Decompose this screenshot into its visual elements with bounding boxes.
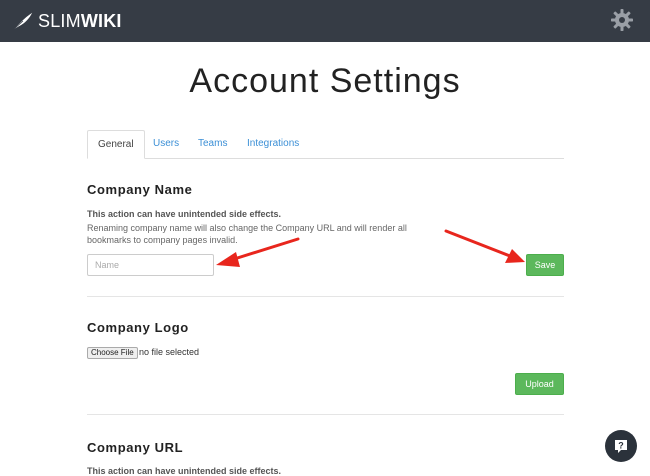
company-name-input[interactable] [87,254,214,276]
svg-text:?: ? [618,441,624,451]
question-mark-icon: ? [615,440,627,453]
file-status-text: no file selected [139,347,200,357]
top-navigation-bar: SLIMWIKI [0,0,650,42]
section-divider [87,414,564,415]
settings-tabs: General Users Teams Integrations [87,130,564,159]
upload-button[interactable]: Upload [515,373,564,395]
section-divider [87,296,564,297]
choose-file-button[interactable]: Choose File [87,347,138,359]
save-button[interactable]: Save [526,254,564,276]
company-url-heading: Company URL [87,440,184,455]
logo-text: SLIMWIKI [38,8,122,34]
logo-text-bold: WIKI [80,11,122,31]
arrow-to-save-button [444,229,525,263]
page-title: Account Settings [189,62,461,100]
help-button[interactable]: ? [605,430,637,462]
company-name-heading: Company Name [87,182,193,197]
slimwiki-logo[interactable]: SLIMWIKI [12,8,122,34]
tab-users[interactable]: Users [143,130,189,157]
tab-teams[interactable]: Teams [188,130,237,157]
company-logo-heading: Company Logo [87,320,189,335]
logo-text-light: SLIM [38,11,81,31]
feather-icon [13,12,33,30]
tab-general[interactable]: General [87,130,145,159]
company-name-warning: This action can have unintended side eff… [87,209,282,219]
gear-icon[interactable] [610,8,634,32]
tab-integrations[interactable]: Integrations [237,130,309,157]
company-name-description: Renaming company name will also change t… [87,223,407,245]
